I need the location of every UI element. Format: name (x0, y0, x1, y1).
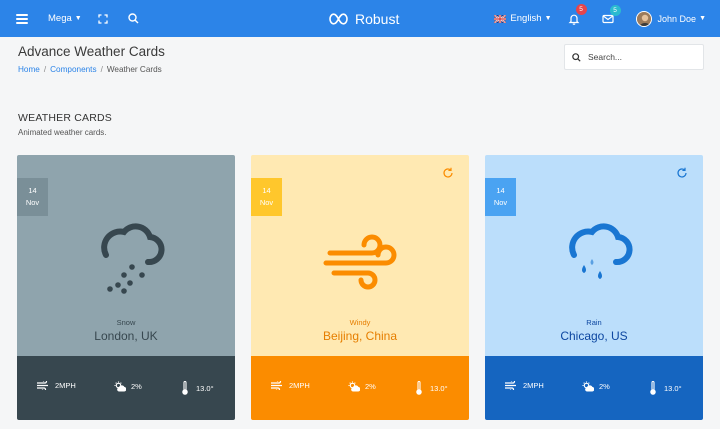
weather-card-chicago: 14 Nov Rain Chicago, US 2MPH 2% 13.0° (485, 155, 703, 420)
thermometer-icon (650, 381, 656, 395)
temp-value: 13.0° (196, 383, 214, 393)
avatar (635, 10, 652, 27)
thermometer-icon (416, 381, 422, 395)
weather-condition: Windy (349, 318, 371, 327)
mega-menu-dropdown[interactable]: Mega ▼ (48, 13, 82, 24)
date-day: 14 (28, 186, 37, 195)
language-dropdown[interactable]: English ▼ (494, 13, 552, 24)
breadcrumb-separator: / (43, 65, 47, 74)
top-navbar: Mega ▼ Robust English ▼ 5 5 John Doe ▼ (0, 0, 720, 37)
breadcrumb-separator: / (100, 65, 103, 74)
date-day: 14 (262, 186, 271, 195)
uk-flag-icon (494, 14, 507, 23)
page-title: Advance Weather Cards (18, 44, 165, 59)
card-footer: 2MPH 2% 13.0° (17, 356, 235, 420)
weather-condition: Rain (586, 318, 602, 327)
section-subtitle: Animated weather cards. (18, 128, 107, 137)
search-icon (572, 52, 581, 62)
date-day: 14 (496, 186, 505, 195)
card-footer: 2MPH 2% 13.0° (251, 356, 469, 420)
partly-cloudy-icon (582, 381, 594, 392)
partly-cloudy-icon (114, 381, 126, 392)
wind-stat: 2MPH (37, 381, 76, 390)
bell-icon (568, 14, 579, 25)
breadcrumb-components-link[interactable]: Components (50, 65, 96, 74)
wind-icon (37, 381, 48, 390)
wind-value: 2MPH (289, 381, 310, 390)
brand-logo[interactable]: Robust (329, 0, 399, 37)
notifications-badge: 5 (575, 3, 587, 15)
search-box[interactable] (564, 44, 704, 70)
date-tag: 14 Nov (485, 178, 516, 216)
refresh-icon[interactable] (442, 167, 454, 179)
breadcrumb-home-link[interactable]: Home (18, 65, 40, 74)
precip-value: 2% (599, 382, 610, 391)
fullscreen-icon[interactable] (98, 13, 108, 24)
search-input[interactable] (588, 52, 698, 62)
language-label: English (510, 13, 542, 24)
partly-cloudy-icon (348, 381, 360, 392)
mega-menu-label: Mega (48, 13, 72, 24)
navbar-right: English ▼ 5 5 John Doe ▼ (494, 0, 706, 37)
precip-value: 2% (365, 382, 376, 391)
weather-stats: 2MPH 2% 13.0° (251, 356, 469, 420)
wind-value: 2MPH (523, 381, 544, 390)
chevron-down-icon: ▼ (544, 15, 552, 22)
date-month: Nov (493, 198, 508, 207)
snow-cloud-icon (101, 223, 165, 294)
city-name: Beijing, China (322, 329, 398, 343)
weather-stats: 2MPH 2% 13.0° (485, 356, 703, 420)
date-month: Nov (25, 198, 40, 207)
precip-stat: 2% (114, 381, 142, 392)
menu-toggle-icon[interactable] (16, 13, 28, 24)
breadcrumb-current: Weather Cards (106, 65, 162, 74)
messages-badge: 5 (609, 4, 621, 16)
messages-button[interactable]: 5 (601, 4, 621, 24)
temp-stat: 13.0° (182, 381, 214, 395)
precip-value: 2% (131, 382, 142, 391)
wind-icon (323, 234, 397, 290)
search-icon[interactable] (128, 13, 139, 24)
precip-stat: 2% (582, 381, 610, 392)
temp-value: 13.0° (430, 383, 448, 393)
navbar-left: Mega ▼ (16, 0, 139, 37)
wind-value: 2MPH (55, 381, 76, 390)
chevron-down-icon: ▼ (74, 15, 82, 22)
city-name: London, UK (94, 329, 158, 343)
wind-stat: 2MPH (271, 381, 310, 390)
temp-stat: 13.0° (416, 381, 448, 395)
wind-stat: 2MPH (505, 381, 544, 390)
temp-stat: 13.0° (650, 381, 682, 395)
user-name: John Doe (657, 13, 697, 24)
temp-value: 13.0° (664, 383, 682, 393)
card-top: 14 Nov Snow London, UK (17, 155, 235, 356)
chevron-down-icon: ▼ (699, 15, 706, 22)
user-menu[interactable]: John Doe ▼ (635, 10, 706, 27)
date-month: Nov (259, 198, 274, 207)
weather-stats: 2MPH 2% 13.0° (17, 356, 235, 420)
date-tag: 14 Nov (251, 178, 282, 216)
section-title: WEATHER CARDS (18, 112, 112, 124)
weather-card-london: 14 Nov Snow London, UK 2MPH 2% 13.0° (17, 155, 235, 420)
weather-condition: Snow (116, 318, 136, 327)
wind-icon (505, 381, 516, 390)
weather-card-beijing: 14 Nov Windy Beijing, China 2MPH 2% 13.0… (251, 155, 469, 420)
card-footer: 2MPH 2% 13.0° (485, 356, 703, 420)
card-top: 14 Nov Windy Beijing, China (251, 155, 469, 356)
refresh-icon[interactable] (676, 167, 688, 179)
date-tag: 14 Nov (17, 178, 48, 216)
card-top: 14 Nov Rain Chicago, US (485, 155, 703, 356)
city-name: Chicago, US (560, 329, 628, 343)
breadcrumb: Home / Components / Weather Cards (18, 65, 162, 74)
precip-stat: 2% (348, 381, 376, 392)
thermometer-icon (182, 381, 188, 395)
brand-icon (329, 12, 348, 25)
brand-name: Robust (355, 10, 400, 27)
wind-icon (271, 381, 282, 390)
notifications-button[interactable]: 5 (568, 3, 587, 25)
rain-cloud-icon (569, 223, 633, 279)
